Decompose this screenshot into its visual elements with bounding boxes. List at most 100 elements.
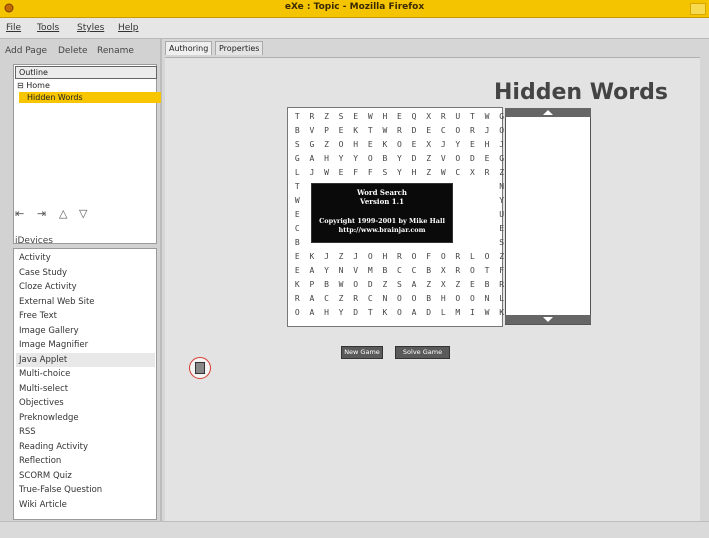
grid-letter[interactable]: O xyxy=(392,294,407,307)
window-control-button[interactable] xyxy=(690,3,706,15)
grid-letter[interactable]: A xyxy=(305,154,320,167)
grid-letter[interactable]: B xyxy=(480,280,495,293)
tree-node-home[interactable]: ⊟ Home xyxy=(17,81,50,90)
grid-letter[interactable]: H xyxy=(319,154,334,167)
grid-letter[interactable]: F xyxy=(348,168,363,181)
grid-letter[interactable]: X xyxy=(421,140,436,153)
grid-letter[interactable]: H xyxy=(319,308,334,321)
grid-letter[interactable]: C xyxy=(363,294,378,307)
grid-letter[interactable]: H xyxy=(436,294,451,307)
word-list[interactable] xyxy=(505,108,591,325)
grid-letter[interactable]: W xyxy=(436,168,451,181)
grid-letter[interactable]: O xyxy=(451,126,466,139)
grid-letter[interactable]: Z xyxy=(451,280,466,293)
grid-letter[interactable]: S xyxy=(290,140,305,153)
grid-letter[interactable]: O xyxy=(436,252,451,265)
grid-letter[interactable]: O xyxy=(465,294,480,307)
grid-letter[interactable]: A xyxy=(305,266,320,279)
grid-letter[interactable]: O xyxy=(451,294,466,307)
grid-letter[interactable]: N xyxy=(334,266,349,279)
grid-letter[interactable]: O xyxy=(392,140,407,153)
grid-letter[interactable]: L xyxy=(290,168,305,181)
grid-letter[interactable]: H xyxy=(407,168,422,181)
grid-letter[interactable]: Z xyxy=(334,252,349,265)
grid-letter[interactable]: C xyxy=(407,266,422,279)
grid-letter[interactable]: N xyxy=(480,294,495,307)
grid-letter[interactable]: T xyxy=(290,112,305,125)
grid-letter[interactable]: C xyxy=(290,224,305,237)
grid-letter[interactable]: O xyxy=(290,308,305,321)
grid-letter[interactable]: E xyxy=(465,280,480,293)
move-up-arrow-icon[interactable]: △ xyxy=(59,207,67,220)
idevice-item[interactable]: Free Text xyxy=(16,309,155,323)
grid-letter[interactable]: O xyxy=(334,140,349,153)
grid-letter[interactable]: G xyxy=(290,154,305,167)
grid-letter[interactable]: Q xyxy=(407,112,422,125)
grid-letter[interactable]: R xyxy=(465,126,480,139)
grid-letter[interactable]: U xyxy=(451,112,466,125)
grid-letter[interactable]: D xyxy=(421,308,436,321)
grid-letter[interactable]: A xyxy=(407,280,422,293)
grid-letter[interactable]: W xyxy=(319,168,334,181)
idevice-item[interactable]: SCORM Quiz xyxy=(16,469,155,483)
grid-letter[interactable]: E xyxy=(290,266,305,279)
grid-letter[interactable]: K xyxy=(305,252,320,265)
idevice-item[interactable]: True-False Question xyxy=(16,483,155,497)
grid-letter[interactable]: T xyxy=(363,308,378,321)
grid-letter[interactable]: Z xyxy=(334,294,349,307)
grid-letter[interactable]: W xyxy=(363,112,378,125)
grid-letter[interactable]: D xyxy=(348,308,363,321)
promote-arrow-icon[interactable]: ⇤ xyxy=(15,207,24,220)
idevice-item[interactable]: Preknowledge xyxy=(16,411,155,425)
grid-letter[interactable]: O xyxy=(363,154,378,167)
grid-letter[interactable]: C xyxy=(436,126,451,139)
grid-letter[interactable]: B xyxy=(378,266,393,279)
grid-letter[interactable]: B xyxy=(421,266,436,279)
grid-letter[interactable]: R xyxy=(436,112,451,125)
tab-authoring[interactable]: Authoring xyxy=(165,41,213,55)
grid-letter[interactable]: Y xyxy=(334,308,349,321)
grid-letter[interactable]: D xyxy=(465,154,480,167)
grid-letter[interactable]: O xyxy=(451,154,466,167)
grid-letter[interactable]: G xyxy=(305,140,320,153)
grid-letter[interactable]: H xyxy=(480,140,495,153)
panel-divider[interactable] xyxy=(160,39,162,524)
grid-letter[interactable] xyxy=(465,210,480,223)
grid-letter[interactable]: D xyxy=(407,126,422,139)
grid-letter[interactable]: E xyxy=(392,112,407,125)
grid-letter[interactable]: K xyxy=(290,280,305,293)
grid-letter[interactable] xyxy=(465,196,480,209)
menu-styles[interactable]: Styles xyxy=(77,23,104,33)
grid-letter[interactable]: Z xyxy=(319,112,334,125)
idevice-item[interactable]: Activity xyxy=(16,251,155,265)
grid-letter[interactable] xyxy=(465,224,480,237)
new-game-button[interactable]: New Game xyxy=(341,346,383,359)
grid-letter[interactable] xyxy=(465,182,480,195)
idevice-item[interactable]: Wiki Article xyxy=(16,498,155,512)
tab-properties[interactable]: Properties xyxy=(215,41,264,55)
grid-letter[interactable]: H xyxy=(348,140,363,153)
idevice-item[interactable]: RSS xyxy=(16,425,155,439)
idevice-item[interactable]: Multi-choice xyxy=(16,367,155,381)
grid-letter[interactable]: W xyxy=(480,112,495,125)
delete-page-button[interactable]: Delete xyxy=(58,46,88,56)
grid-letter[interactable]: R xyxy=(451,252,466,265)
grid-letter[interactable]: M xyxy=(451,308,466,321)
grid-letter[interactable]: W xyxy=(334,280,349,293)
grid-letter[interactable]: E xyxy=(480,154,495,167)
grid-letter[interactable]: T xyxy=(465,112,480,125)
idevice-item-selected[interactable]: Java Applet xyxy=(16,352,155,367)
grid-letter[interactable]: K xyxy=(378,140,393,153)
grid-letter[interactable]: R xyxy=(305,112,320,125)
grid-letter[interactable]: O xyxy=(392,308,407,321)
edit-idevice-icon[interactable] xyxy=(189,357,211,379)
grid-letter[interactable]: R xyxy=(392,126,407,139)
grid-letter[interactable]: A xyxy=(407,308,422,321)
grid-letter[interactable]: D xyxy=(363,280,378,293)
idevice-item[interactable]: Multi-select xyxy=(16,382,155,396)
rename-page-button[interactable]: Rename xyxy=(97,46,134,56)
grid-letter[interactable]: O xyxy=(348,280,363,293)
grid-letter[interactable] xyxy=(480,238,495,251)
grid-letter[interactable]: E xyxy=(334,168,349,181)
grid-letter[interactable]: Y xyxy=(451,140,466,153)
